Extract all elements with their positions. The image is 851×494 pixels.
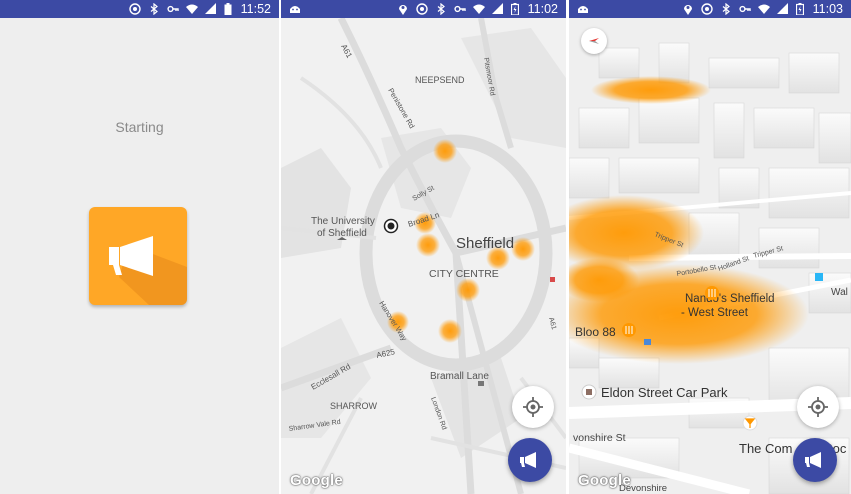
- cast-icon: [700, 3, 713, 15]
- poi-label: Nando's Sheffield: [685, 293, 775, 305]
- poi-label: Eldon Street Car Park: [601, 385, 728, 400]
- status-bar: 11:03: [569, 0, 851, 18]
- broadcast-fab[interactable]: [508, 438, 552, 482]
- my-location-button[interactable]: [797, 386, 839, 428]
- megaphone-icon: [520, 452, 536, 468]
- status-time: 11:02: [527, 2, 558, 16]
- cast-icon: [128, 3, 141, 15]
- status-bar: 11:02: [281, 0, 566, 18]
- bluetooth-icon: [722, 3, 730, 15]
- street-label: vonshire St: [573, 432, 626, 444]
- battery-icon: [224, 3, 232, 15]
- restaurant-icon[interactable]: [622, 323, 636, 337]
- status-bar: 11:52: [0, 0, 279, 18]
- stadium-icon: [478, 381, 484, 386]
- heat-spot: [456, 278, 480, 302]
- map-label: SHARROW: [330, 401, 378, 411]
- map-label: NEEPSEND: [415, 75, 465, 85]
- android-icon: [578, 6, 588, 13]
- heat-spot: [416, 233, 440, 257]
- map-label: The University: [311, 216, 375, 227]
- bar-icon[interactable]: [742, 415, 758, 431]
- shop-icon: [644, 339, 651, 345]
- wifi-icon: [185, 4, 198, 14]
- map-screen-3d: 11:03 Tripper St Portobello St Holland S…: [569, 0, 851, 494]
- compass-icon: [589, 38, 599, 44]
- status-time: 11:52: [240, 2, 271, 16]
- compass-button[interactable]: [581, 28, 607, 54]
- battery-charging-icon: [795, 3, 804, 15]
- heat-area: [591, 76, 711, 104]
- vpn-key-icon: [454, 5, 466, 13]
- broadcast-fab[interactable]: [793, 438, 837, 482]
- vpn-key-icon: [739, 5, 751, 13]
- bluetooth-icon: [150, 3, 158, 15]
- district-label: CITY CENTRE: [429, 268, 499, 280]
- location-icon: [398, 5, 407, 15]
- google-watermark: Google: [290, 472, 343, 489]
- cast-icon: [415, 3, 428, 15]
- wifi-icon: [757, 4, 770, 14]
- restaurant-icon[interactable]: [705, 286, 719, 300]
- rail-icon: [550, 277, 555, 282]
- location-icon: [683, 5, 692, 15]
- my-location-marker: [383, 218, 399, 234]
- transit-icon: [815, 273, 823, 281]
- loading-text: Starting: [115, 119, 164, 135]
- signal-icon: [491, 3, 503, 14]
- splash-screen: 11:52 Starting: [0, 0, 279, 494]
- poi-label: Wal: [831, 287, 848, 298]
- parking-icon[interactable]: [581, 384, 597, 400]
- megaphone-icon: [805, 452, 821, 468]
- vpn-key-icon: [167, 5, 179, 13]
- poi-label: - West Street: [681, 307, 749, 319]
- heat-spot: [433, 139, 457, 163]
- google-watermark: Google: [578, 472, 631, 489]
- bluetooth-icon: [437, 3, 445, 15]
- android-icon: [290, 6, 300, 13]
- heat-spot: [511, 237, 535, 261]
- poi-label: The Com: [739, 441, 792, 456]
- heat-spot: [438, 319, 462, 343]
- status-time: 11:03: [812, 2, 843, 16]
- crosshair-icon: [523, 397, 543, 417]
- app-logo: [89, 207, 187, 305]
- signal-icon: [204, 3, 216, 14]
- crosshair-icon: [808, 397, 828, 417]
- battery-charging-icon: [510, 3, 519, 15]
- map-screen-2d: 11:02 A61 NEEPSEND Pitsmoor Rd Penistone…: [281, 0, 566, 494]
- signal-icon: [776, 3, 788, 14]
- wifi-icon: [472, 4, 485, 14]
- city-label: Sheffield: [456, 235, 514, 252]
- my-location-button[interactable]: [512, 386, 554, 428]
- poi-label: Bloo 88: [575, 325, 616, 339]
- map-label: Bramall Lane: [430, 371, 489, 382]
- megaphone-icon: [109, 236, 187, 305]
